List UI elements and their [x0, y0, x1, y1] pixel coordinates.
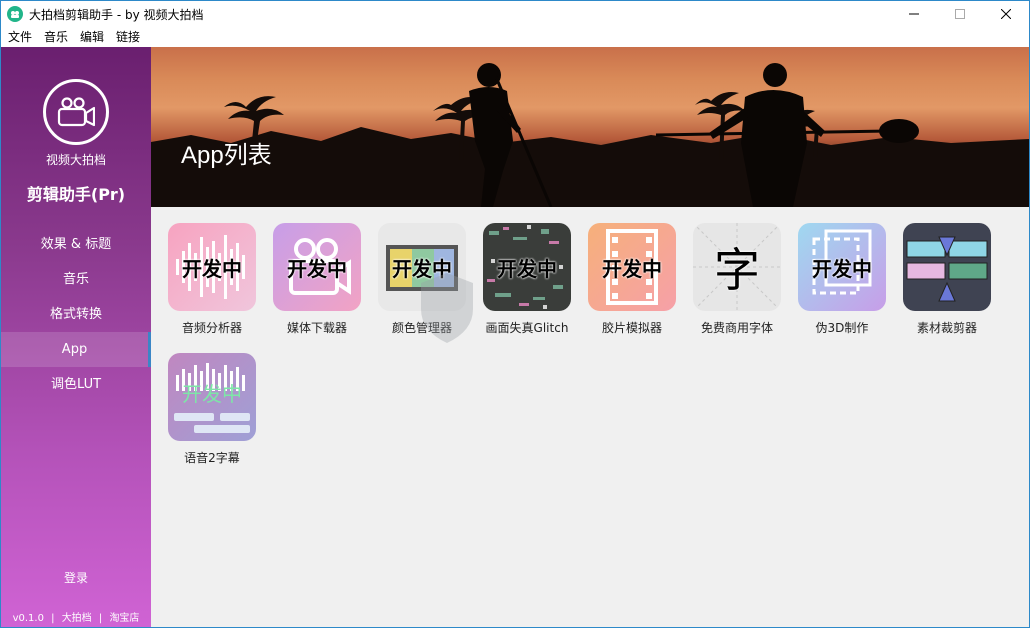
sidebar: 视频大拍档 剪辑助手(Pr) 效果 & 标题 音乐 格式转换 App 调色LUT…: [1, 47, 151, 627]
dev-badge: 开发中: [287, 256, 347, 281]
logo-caption: 视频大拍档: [45, 153, 106, 167]
app-name-label: 伪3D制作: [815, 321, 869, 335]
minimize-button[interactable]: [891, 1, 937, 27]
app-tile-material-cutter[interactable]: 素材裁剪器: [902, 223, 992, 336]
app-name-label: 素材裁剪器: [916, 321, 977, 335]
free-fonts-icon: 字: [693, 223, 781, 311]
app-name-label: 免费商用字体: [700, 321, 773, 335]
maximize-button[interactable]: [937, 1, 983, 27]
menu-music[interactable]: 音乐: [39, 27, 73, 47]
close-button[interactable]: [983, 1, 1029, 27]
timeline-trim-icon: [903, 223, 991, 311]
window-controls: [891, 1, 1029, 27]
app-name-label: 语音2字幕: [184, 451, 240, 465]
app-name-label: 音频分析器: [181, 321, 242, 335]
header-banner: App列表: [151, 47, 1029, 207]
brand-link[interactable]: 大拍档: [62, 613, 92, 624]
sidebar-item-effects-titles[interactable]: 效果 & 标题: [1, 227, 151, 262]
app-name-label: 媒体下载器: [286, 321, 347, 335]
media-downloader-icon: 开发中: [273, 223, 361, 311]
version-label: v0.1.0: [12, 613, 44, 624]
minimize-icon: [909, 13, 919, 15]
menu-bar: 文件 音乐 编辑 链接: [1, 27, 1029, 47]
footer-separator: |: [98, 613, 103, 624]
app-tile-fake-3d[interactable]: 开发中 伪3D制作: [797, 223, 887, 336]
app-name: 剪辑助手(Pr): [26, 185, 126, 204]
sidebar-item-app[interactable]: App: [1, 332, 151, 367]
footer-separator: |: [51, 613, 55, 624]
app-tile-audio-analyzer[interactable]: 开发中 音频分析器: [167, 223, 257, 336]
dev-badge: 开发中: [182, 256, 242, 281]
sidebar-item-format-convert[interactable]: 格式转换: [1, 297, 151, 332]
app-logo-icon: [7, 6, 23, 22]
title-bar: 大拍档剪辑助手 - by 视频大拍档: [1, 1, 1029, 27]
maximize-icon: [955, 9, 965, 19]
shop-link[interactable]: 淘宝店: [109, 613, 139, 624]
app-tile-speech-to-subtitle[interactable]: 开发中 语音2字幕: [167, 353, 257, 466]
fake-3d-icon: 开发中: [798, 223, 886, 311]
sunset-paddleboard-image: [151, 63, 1029, 207]
app-tile-media-downloader[interactable]: 开发中 媒体下载器: [272, 223, 362, 336]
window-title: 大拍档剪辑助手 - by 视频大拍档: [29, 7, 204, 22]
audio-analyzer-icon: 开发中: [168, 223, 256, 311]
dev-badge: 开发中: [182, 381, 242, 406]
video-partner-icon: [57, 97, 95, 127]
footer-links: v0.1.0 | 大拍档 | 淘宝店: [1, 609, 151, 624]
page-title: App列表: [181, 142, 272, 169]
menu-edit[interactable]: 编辑: [75, 27, 109, 47]
speech-to-subtitle-icon: 开发中: [168, 353, 256, 441]
menu-file[interactable]: 文件: [3, 27, 37, 47]
shield-icon: [421, 273, 473, 343]
font-glyph: 字: [714, 243, 760, 297]
brand-logo: [43, 79, 109, 145]
app-window: 大拍档剪辑助手 - by 视频大拍档 文件 音乐 编辑 链接 视频大拍档 剪辑助…: [0, 0, 1030, 628]
material-cutter-icon: [903, 223, 991, 311]
sidebar-item-color-lut[interactable]: 调色LUT: [1, 367, 151, 402]
sidebar-nav: 效果 & 标题 音乐 格式转换 App 调色LUT: [1, 227, 151, 402]
login-link[interactable]: 登录: [1, 569, 151, 586]
close-icon: [1001, 9, 1011, 19]
site-watermark: [413, 263, 633, 363]
menu-links[interactable]: 链接: [111, 27, 145, 47]
app-tile-free-fonts[interactable]: 字 免费商用字体: [692, 223, 782, 336]
dev-badge: 开发中: [812, 256, 872, 281]
sidebar-item-music[interactable]: 音乐: [1, 262, 151, 297]
